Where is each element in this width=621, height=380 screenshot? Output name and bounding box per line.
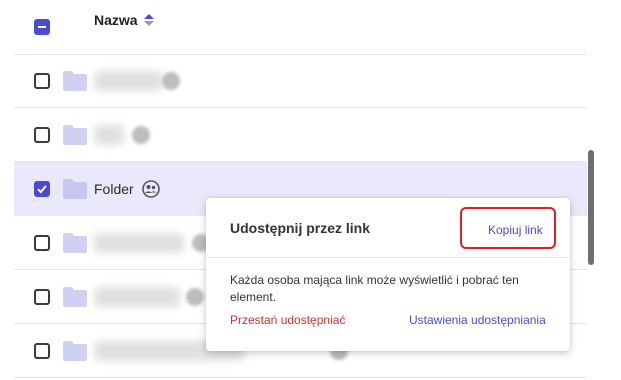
blurred-status-icon	[186, 287, 204, 306]
shared-users-icon[interactable]	[142, 179, 160, 198]
row-checkbox[interactable]	[34, 288, 50, 305]
folder-icon	[63, 232, 87, 253]
popup-title: Udostępnij przez link	[230, 220, 371, 236]
blurred-file-name	[94, 286, 180, 307]
sharing-settings-button[interactable]: Ustawienia udostępniania	[409, 313, 546, 327]
list-header: Nazwa	[14, 0, 587, 55]
row-checkbox[interactable]	[34, 72, 50, 89]
copy-link-button[interactable]: Kopiuj link	[488, 223, 543, 237]
popup-divider	[206, 257, 570, 258]
folder-icon	[63, 178, 87, 199]
row-checkbox-checked[interactable]	[34, 180, 50, 197]
row-checkbox[interactable]	[34, 126, 50, 143]
vertical-scrollbar[interactable]	[588, 150, 594, 265]
folder-icon	[63, 124, 87, 145]
blurred-status-icon	[162, 71, 180, 90]
folder-icon	[63, 70, 87, 91]
minus-icon	[38, 26, 46, 28]
blurred-file-name	[94, 124, 124, 145]
file-name[interactable]: Folder	[94, 180, 134, 198]
blurred-file-name	[94, 232, 184, 253]
sort-ascending-icon[interactable]	[143, 13, 155, 27]
blurred-status-icon	[132, 125, 150, 144]
row-checkbox[interactable]	[34, 234, 50, 251]
list-item[interactable]	[14, 108, 587, 162]
folder-icon	[63, 286, 87, 307]
name-column-header[interactable]: Nazwa	[94, 12, 138, 28]
row-checkbox[interactable]	[34, 342, 50, 359]
checkmark-icon	[37, 184, 47, 193]
blurred-file-name	[94, 70, 162, 91]
folder-icon	[63, 340, 87, 361]
share-description: Każda osoba mająca link może wyświetlić …	[230, 273, 519, 304]
list-item[interactable]	[14, 54, 587, 108]
share-link-popup: Udostępnij przez link Kopiuj link Każda …	[206, 198, 570, 351]
stop-sharing-button[interactable]: Przestań udostępniać	[230, 313, 345, 327]
select-all-checkbox[interactable]	[34, 19, 50, 35]
